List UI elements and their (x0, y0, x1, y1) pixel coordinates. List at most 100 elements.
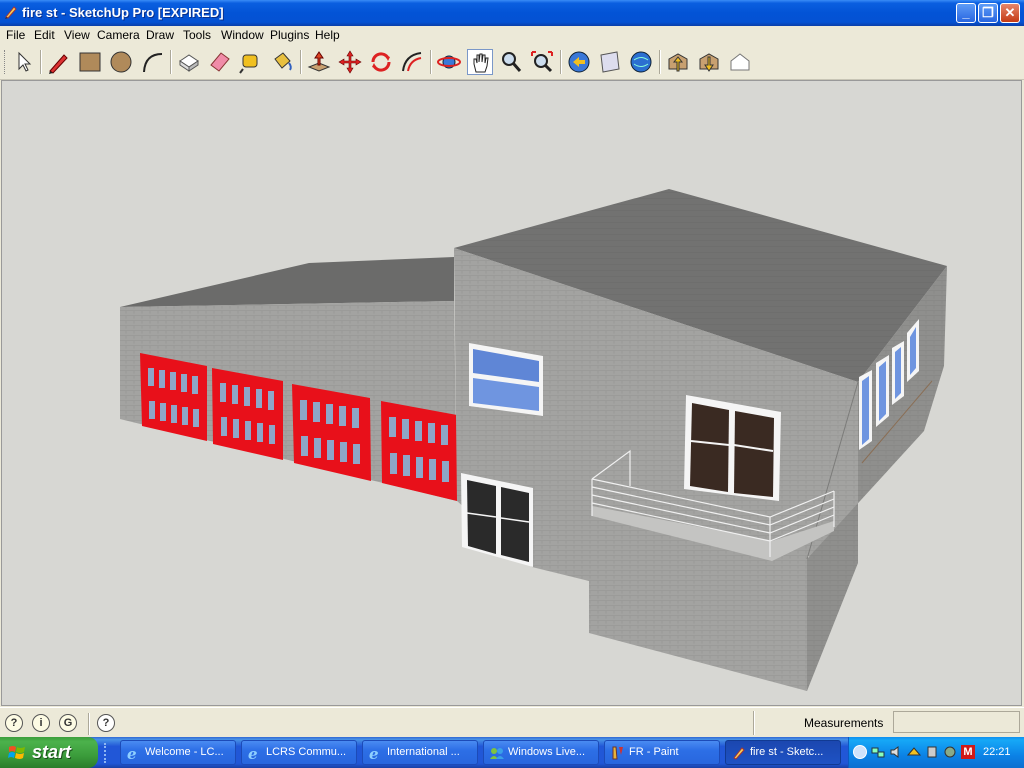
toolbar-handle[interactable] (4, 50, 8, 74)
menu-view[interactable]: View (64, 28, 90, 42)
garage-door-2 (212, 368, 283, 460)
windows-flag-icon (8, 744, 26, 762)
taskbar-button-label: LCRS Commu... (266, 746, 347, 758)
toolbar-separator (430, 50, 432, 74)
google-sign-in-icon[interactable]: G (59, 714, 77, 732)
taskbar-button-welcome[interactable]: e Welcome - LC... (120, 740, 236, 765)
push-pull-button[interactable] (306, 49, 332, 75)
tape-measure-icon (239, 54, 258, 74)
start-button[interactable]: start (0, 737, 98, 768)
network-icon[interactable] (871, 745, 885, 759)
menu-help[interactable]: Help (315, 28, 340, 42)
close-icon: ✕ (1004, 5, 1016, 20)
tray-expand-icon[interactable] (853, 745, 867, 759)
get-models-icon (630, 51, 652, 73)
menu-file[interactable]: File (6, 28, 25, 42)
tape-measure-button[interactable] (238, 49, 264, 75)
get-models-button[interactable] (628, 49, 654, 75)
taskbar-button-label: Windows Live... (508, 746, 586, 758)
toolbar-separator (300, 50, 302, 74)
zoom-extents-icon (531, 51, 553, 73)
live-icon (489, 745, 505, 761)
taskbar-button-lcrs[interactable]: e LCRS Commu... (241, 740, 357, 765)
eraser-tool-button[interactable] (207, 49, 233, 75)
toolbar-separator (40, 50, 42, 74)
sketchup-icon (731, 745, 747, 761)
toolbar-separator (560, 50, 562, 74)
pan-icon (473, 53, 489, 73)
pencil-icon (49, 54, 68, 74)
taskbar-button-international[interactable]: e International ... (362, 740, 478, 765)
safely-remove-icon[interactable] (925, 745, 939, 759)
orbit-tool-button[interactable] (436, 49, 462, 75)
select-tool-button[interactable] (10, 49, 36, 75)
credits-icon[interactable]: i (32, 714, 50, 732)
rotate-icon (371, 52, 391, 72)
rectangle-icon (79, 52, 101, 72)
clock: 22:21 (983, 746, 1011, 758)
quick-launch-handle[interactable] (104, 743, 110, 763)
circle-tool-button[interactable] (108, 49, 134, 75)
share-model-button[interactable] (665, 49, 691, 75)
menu-window[interactable]: Window (221, 28, 264, 42)
taskbar-button-label: FR - Paint (629, 746, 679, 758)
title-bar[interactable]: fire st - SketchUp Pro [EXPIRED] _ ❐ ✕ (0, 0, 1024, 26)
geo-location-icon[interactable]: ? (5, 714, 23, 732)
move-tool-button[interactable] (337, 49, 363, 75)
ie-icon: e (368, 745, 384, 763)
status-separator (88, 713, 90, 735)
share-component-button[interactable] (727, 49, 753, 75)
zoom-extents-button[interactable] (529, 49, 555, 75)
close-button[interactable]: ✕ (1000, 3, 1020, 23)
menu-camera[interactable]: Camera (97, 28, 140, 42)
minimize-icon: _ (962, 5, 970, 20)
menu-draw[interactable]: Draw (146, 28, 174, 42)
make-component-button[interactable] (176, 49, 202, 75)
taskbar-button-label: International ... (387, 746, 460, 758)
model-canvas[interactable] (2, 81, 1022, 706)
pan-tool-button[interactable] (467, 49, 493, 75)
toolbar-separator (659, 50, 661, 74)
antivirus-icon[interactable] (907, 745, 921, 759)
share-model-icon (668, 53, 688, 72)
menu-tools[interactable]: Tools (183, 28, 211, 42)
next-view-icon (600, 51, 620, 73)
circle-icon (110, 51, 132, 73)
paint-bucket-icon (274, 52, 292, 71)
next-view-button[interactable] (597, 49, 623, 75)
taskbar-button-windows-live[interactable]: Windows Live... (483, 740, 599, 765)
measurements-input[interactable] (893, 711, 1020, 733)
volume-icon[interactable] (889, 745, 903, 759)
pencil-tool-button[interactable] (46, 49, 72, 75)
toolbar-separator (170, 50, 172, 74)
previous-view-button[interactable] (566, 49, 592, 75)
mcafee-icon[interactable]: M (961, 745, 975, 759)
zoom-tool-button[interactable] (498, 49, 524, 75)
balcony-door (684, 395, 781, 501)
svg-text:e: e (369, 745, 379, 761)
paint-bucket-button[interactable] (269, 49, 295, 75)
main-toolbar (0, 45, 1024, 80)
arc-tool-button[interactable] (139, 49, 165, 75)
minimize-button[interactable]: _ (956, 3, 976, 23)
help-icon[interactable]: ? (97, 714, 115, 732)
drawing-viewport[interactable] (1, 80, 1022, 706)
get-components-button[interactable] (696, 49, 722, 75)
svg-text:e: e (127, 745, 137, 761)
messenger-icon[interactable] (943, 745, 957, 759)
restore-icon: ❐ (982, 5, 994, 20)
rectangle-tool-button[interactable] (77, 49, 103, 75)
menu-edit[interactable]: Edit (34, 28, 55, 42)
menu-plugins[interactable]: Plugins (270, 28, 309, 42)
restore-button[interactable]: ❐ (978, 3, 998, 23)
make-component-icon (179, 54, 199, 72)
offset-tool-button[interactable] (399, 49, 425, 75)
rotate-tool-button[interactable] (368, 49, 394, 75)
taskbar-button-sketchup[interactable]: fire st - Sketc... (725, 740, 841, 765)
garage-door-3 (292, 384, 371, 481)
taskbar-button-paint[interactable]: FR - Paint (604, 740, 720, 765)
sketchup-app-icon (4, 5, 18, 19)
measurements-label: Measurements (804, 716, 884, 730)
garage-door-1 (140, 353, 207, 441)
taskbar-button-label: Welcome - LC... (145, 746, 224, 758)
